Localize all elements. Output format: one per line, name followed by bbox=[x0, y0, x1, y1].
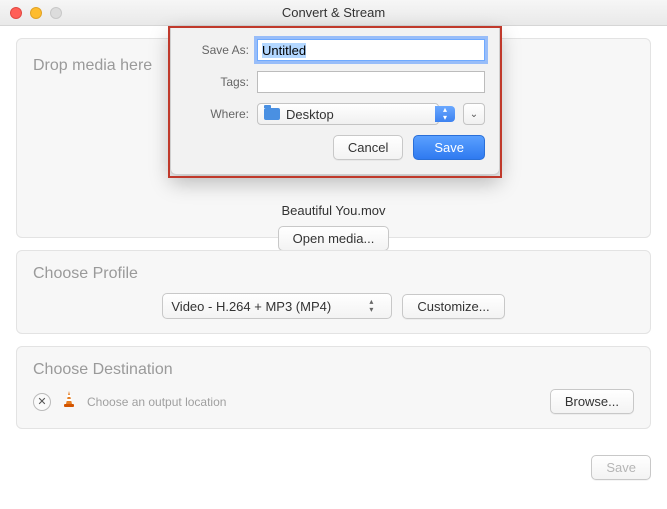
choose-destination-panel: Choose Destination ✕ Choose an output lo… bbox=[16, 346, 651, 429]
cancel-button[interactable]: Cancel bbox=[333, 135, 403, 160]
chevron-down-icon: ⌄ bbox=[470, 109, 478, 120]
folder-icon bbox=[264, 108, 280, 120]
expand-sheet-button[interactable]: ⌄ bbox=[463, 103, 485, 125]
save-as-label: Save As: bbox=[185, 43, 249, 57]
dropped-filename: Beautiful You.mov bbox=[33, 203, 634, 218]
profile-select[interactable]: Video - H.264 + MP3 (MP4) ▴▾ bbox=[162, 293, 392, 319]
where-value: Desktop bbox=[286, 107, 334, 122]
footer: Save bbox=[0, 449, 667, 486]
where-select-arrows-icon[interactable]: ▴▾ bbox=[435, 106, 455, 122]
window-title: Convert & Stream bbox=[0, 5, 667, 20]
profile-select-value: Video - H.264 + MP3 (MP4) bbox=[171, 299, 331, 314]
save-button[interactable]: Save bbox=[413, 135, 485, 160]
choose-profile-panel: Choose Profile Video - H.264 + MP3 (MP4)… bbox=[16, 250, 651, 334]
where-label: Where: bbox=[185, 107, 249, 121]
vlc-cone-icon bbox=[61, 390, 77, 413]
save-as-input[interactable] bbox=[257, 39, 485, 61]
clear-destination-button[interactable]: ✕ bbox=[33, 393, 51, 411]
titlebar: Convert & Stream bbox=[0, 0, 667, 26]
main-save-button[interactable]: Save bbox=[591, 455, 651, 480]
customize-button[interactable]: Customize... bbox=[402, 294, 504, 319]
tags-input[interactable] bbox=[257, 71, 485, 93]
choose-profile-title: Choose Profile bbox=[33, 265, 634, 283]
stepper-icon: ▴▾ bbox=[369, 298, 383, 314]
choose-destination-title: Choose Destination bbox=[33, 361, 634, 379]
open-media-button[interactable]: Open media... bbox=[278, 226, 390, 251]
destination-hint: Choose an output location bbox=[87, 395, 226, 409]
save-sheet: Save As: Tags: Where: Desktop ▴▾ ⌄ Cance… bbox=[170, 26, 500, 175]
browse-button[interactable]: Browse... bbox=[550, 389, 634, 414]
where-select[interactable]: Desktop bbox=[257, 103, 439, 125]
tags-label: Tags: bbox=[185, 75, 249, 89]
